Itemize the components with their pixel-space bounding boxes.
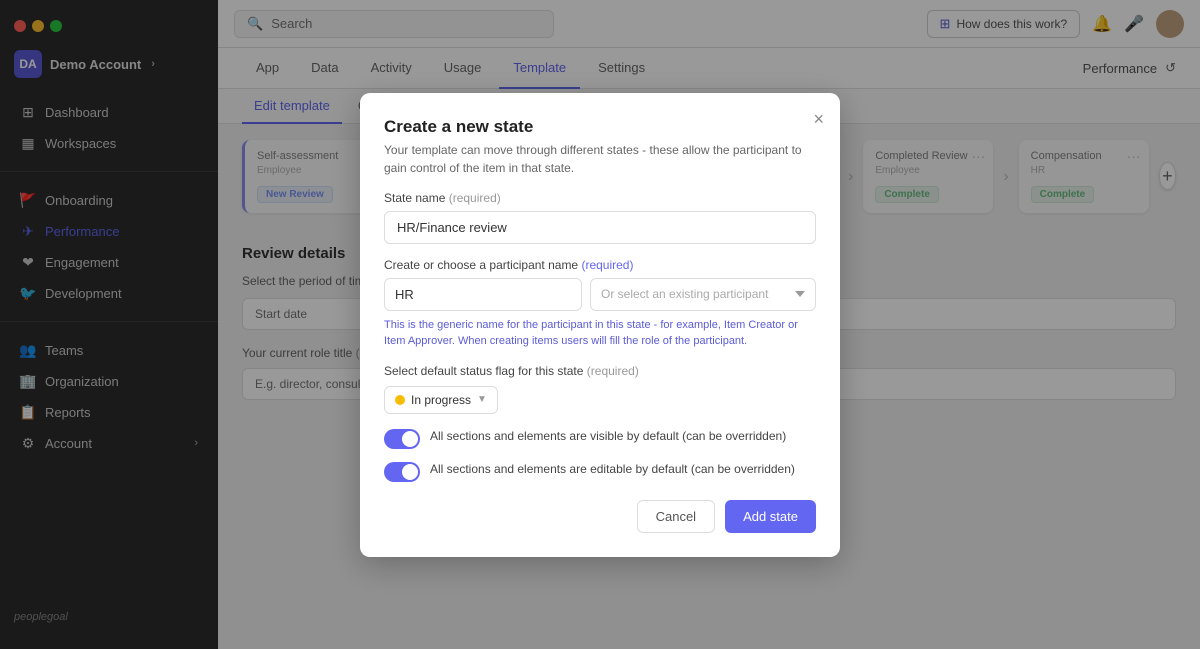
modal-description: Your template can move through different…	[384, 141, 816, 177]
status-chevron-icon: ▼	[477, 394, 487, 405]
toggle-knob2	[402, 464, 418, 480]
toggle-knob	[402, 431, 418, 447]
toggle-visible-switch[interactable]	[384, 429, 420, 449]
state-name-input[interactable]	[384, 211, 816, 244]
modal-close-button[interactable]: ×	[813, 109, 824, 130]
participant-hint: This is the generic name for the partici…	[384, 317, 816, 350]
participant-name-input[interactable]	[384, 278, 582, 311]
modal-dialog: Create a new state × Your template can m…	[360, 93, 840, 557]
modal-title: Create a new state	[384, 117, 816, 137]
toggle-editable-label: All sections and elements are editable b…	[430, 461, 795, 478]
toggle-editable-switch[interactable]	[384, 462, 420, 482]
add-state-button[interactable]: Add state	[725, 500, 816, 533]
status-value: In progress	[411, 393, 471, 407]
toggle-row-1: All sections and elements are visible by…	[384, 428, 816, 449]
modal-overlay[interactable]: Create a new state × Your template can m…	[0, 0, 1200, 649]
cancel-button[interactable]: Cancel	[637, 500, 715, 533]
participant-select[interactable]: Or select an existing participant	[590, 278, 816, 311]
state-name-label: State name (required)	[384, 191, 816, 205]
status-select[interactable]: In progress ▼	[384, 386, 498, 414]
modal-footer: Cancel Add state	[384, 500, 816, 533]
participant-name-label: Create or choose a participant name (req…	[384, 258, 816, 272]
participant-row: Or select an existing participant	[384, 278, 816, 311]
status-label: Select default status flag for this stat…	[384, 364, 816, 378]
toggle-visible-label: All sections and elements are visible by…	[430, 428, 786, 445]
toggle-row-2: All sections and elements are editable b…	[384, 461, 816, 482]
status-dot-icon	[395, 395, 405, 405]
